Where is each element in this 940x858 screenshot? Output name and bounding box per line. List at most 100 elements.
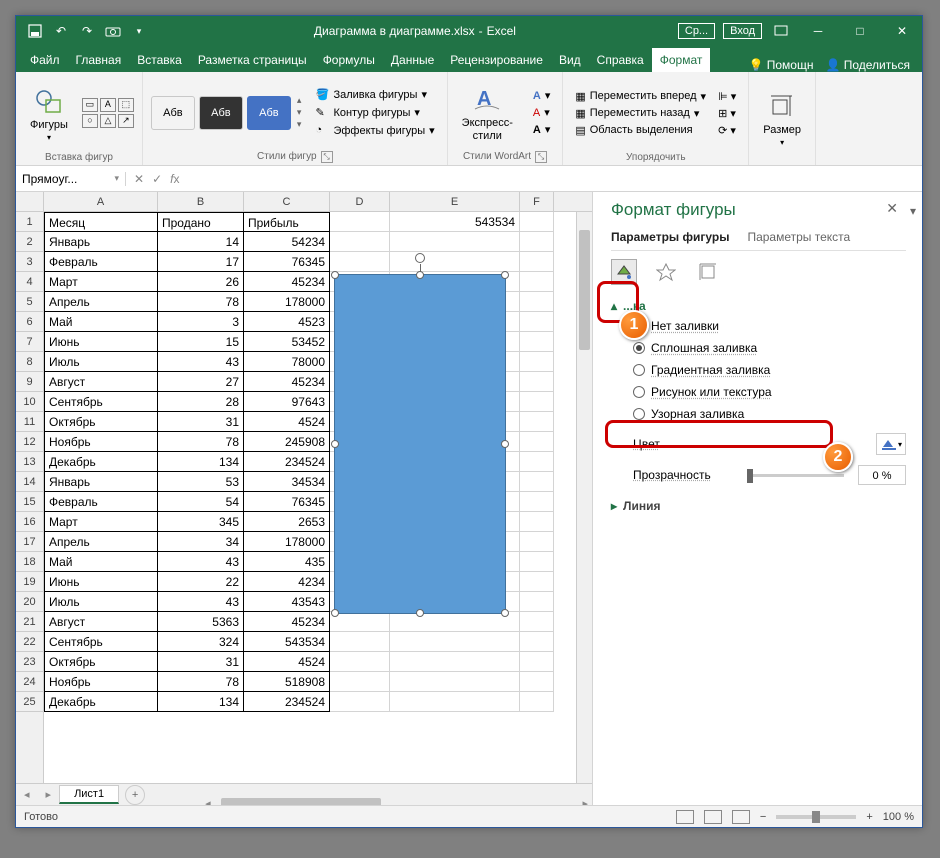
- cell[interactable]: [330, 672, 390, 692]
- text-options-tab[interactable]: Параметры текста: [747, 230, 850, 250]
- cell[interactable]: 43: [158, 352, 244, 372]
- cell[interactable]: Январь: [44, 232, 158, 252]
- text-fill-button[interactable]: A ▾: [529, 88, 554, 103]
- col-header-E[interactable]: E: [390, 192, 520, 211]
- pane-close-button[interactable]: ✕: [886, 200, 898, 217]
- shapes-button[interactable]: Фигуры ▾: [24, 81, 74, 146]
- cell[interactable]: [520, 392, 554, 412]
- effects-icon[interactable]: [653, 259, 679, 285]
- fill-color-picker[interactable]: ▾: [876, 433, 906, 455]
- cell[interactable]: [330, 232, 390, 252]
- cell[interactable]: [330, 612, 390, 632]
- save-icon[interactable]: [24, 20, 46, 42]
- cell[interactable]: 54: [158, 492, 244, 512]
- cell[interactable]: 245908: [244, 432, 330, 452]
- tab-data[interactable]: Данные: [383, 48, 442, 72]
- row-header-10[interactable]: 10: [16, 392, 43, 412]
- row-header-7[interactable]: 7: [16, 332, 43, 352]
- normal-view-button[interactable]: [676, 810, 694, 824]
- ribbon-display-icon[interactable]: [770, 20, 792, 42]
- cell[interactable]: Продано: [158, 212, 244, 232]
- column-headers[interactable]: ABCDEF: [16, 192, 592, 212]
- radio-no-fill[interactable]: Нет заливки: [633, 319, 906, 333]
- row-header-17[interactable]: 17: [16, 532, 43, 552]
- cell[interactable]: [520, 472, 554, 492]
- rotate-button[interactable]: ⟳ ▾: [714, 123, 740, 138]
- cell[interactable]: 22: [158, 572, 244, 592]
- login-button[interactable]: Вход: [723, 23, 762, 39]
- zoom-out-button[interactable]: −: [760, 811, 766, 823]
- col-header-A[interactable]: A: [44, 192, 158, 211]
- resize-handle-n[interactable]: [416, 271, 424, 279]
- enter-formula-icon[interactable]: ✓: [152, 172, 162, 186]
- cell[interactable]: 45234: [244, 272, 330, 292]
- cell[interactable]: Месяц: [44, 212, 158, 232]
- wordart-launcher[interactable]: ⤡: [535, 151, 547, 163]
- tab-format[interactable]: Формат: [652, 48, 711, 72]
- row-header-9[interactable]: 9: [16, 372, 43, 392]
- cell[interactable]: 43: [158, 552, 244, 572]
- cell[interactable]: Март: [44, 272, 158, 292]
- cell[interactable]: [390, 252, 520, 272]
- zoom-slider[interactable]: [776, 815, 856, 819]
- cell[interactable]: 45234: [244, 612, 330, 632]
- cell[interactable]: 5363: [158, 612, 244, 632]
- cell[interactable]: 4524: [244, 652, 330, 672]
- sheet-tab-1[interactable]: Лист1: [59, 785, 119, 804]
- shape-styles-launcher[interactable]: ⤡: [321, 151, 333, 163]
- row-header-25[interactable]: 25: [16, 692, 43, 712]
- cell[interactable]: [390, 232, 520, 252]
- cell[interactable]: 234524: [244, 692, 330, 712]
- cell[interactable]: 54234: [244, 232, 330, 252]
- cell[interactable]: 543534: [244, 632, 330, 652]
- cell[interactable]: 45234: [244, 372, 330, 392]
- cell[interactable]: 26: [158, 272, 244, 292]
- cell[interactable]: 43543: [244, 592, 330, 612]
- shape-preset-3[interactable]: Абв: [247, 96, 291, 130]
- rotate-handle[interactable]: [415, 253, 425, 263]
- cell[interactable]: Июль: [44, 352, 158, 372]
- cell[interactable]: [520, 412, 554, 432]
- cell[interactable]: [330, 652, 390, 672]
- text-outline-button[interactable]: A ▾: [529, 105, 554, 120]
- wordart-quick-styles[interactable]: A Экспресс- стили: [456, 79, 519, 145]
- cell[interactable]: 543534: [390, 212, 520, 232]
- cancel-formula-icon[interactable]: ✕: [134, 172, 144, 186]
- cell[interactable]: [520, 232, 554, 252]
- vertical-scrollbar[interactable]: [576, 212, 592, 783]
- row-header-16[interactable]: 16: [16, 512, 43, 532]
- cell[interactable]: 15: [158, 332, 244, 352]
- cell[interactable]: Июнь: [44, 572, 158, 592]
- row-header-22[interactable]: 22: [16, 632, 43, 652]
- row-header-8[interactable]: 8: [16, 352, 43, 372]
- cell[interactable]: 31: [158, 652, 244, 672]
- cell[interactable]: 78: [158, 292, 244, 312]
- cell-grid[interactable]: МесяцПроданоПрибыль543534Январь1454234Фе…: [44, 212, 576, 783]
- cell[interactable]: [520, 552, 554, 572]
- col-header-B[interactable]: B: [158, 192, 244, 211]
- cell[interactable]: [520, 452, 554, 472]
- resize-handle-e[interactable]: [501, 440, 509, 448]
- zoom-in-button[interactable]: +: [866, 811, 872, 823]
- cell[interactable]: 28: [158, 392, 244, 412]
- qat-dropdown-icon[interactable]: ▾: [128, 20, 150, 42]
- cell[interactable]: Октябрь: [44, 412, 158, 432]
- cell[interactable]: 3: [158, 312, 244, 332]
- cell[interactable]: 518908: [244, 672, 330, 692]
- cell[interactable]: Июль: [44, 592, 158, 612]
- shape-effects-button[interactable]: ◔Эффекты фигуры ▾: [311, 123, 438, 139]
- cell[interactable]: [390, 632, 520, 652]
- resize-handle-s[interactable]: [416, 609, 424, 617]
- cell[interactable]: Декабрь: [44, 692, 158, 712]
- cell[interactable]: [520, 432, 554, 452]
- cell[interactable]: [330, 692, 390, 712]
- cell[interactable]: 4524: [244, 412, 330, 432]
- cell[interactable]: Сентябрь: [44, 392, 158, 412]
- cell[interactable]: Апрель: [44, 532, 158, 552]
- row-header-6[interactable]: 6: [16, 312, 43, 332]
- send-backward-button[interactable]: ▦ Переместить назад ▾: [571, 106, 710, 121]
- transparency-slider[interactable]: [747, 474, 844, 477]
- camera-icon[interactable]: [102, 20, 124, 42]
- cell[interactable]: 76345: [244, 492, 330, 512]
- row-header-13[interactable]: 13: [16, 452, 43, 472]
